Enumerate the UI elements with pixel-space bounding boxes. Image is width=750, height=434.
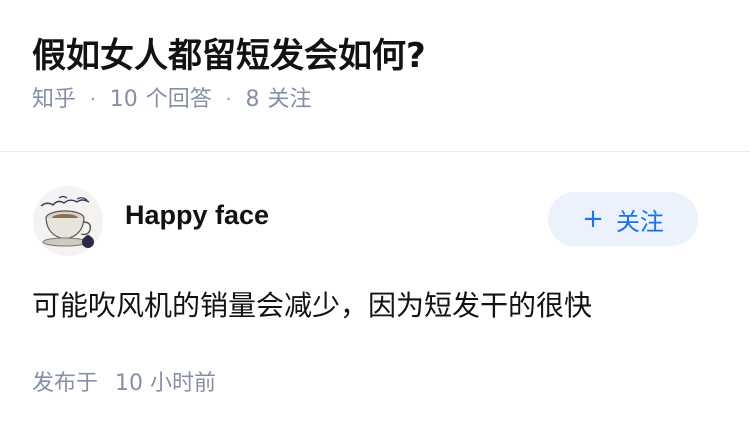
meta-separator: · <box>225 89 232 110</box>
meta-separator: · <box>90 89 96 110</box>
avatar[interactable] <box>33 186 103 256</box>
plus-icon: + <box>582 204 604 234</box>
question-header: 假如女人都留短发会如何? 知乎 · 10 个回答 · 8 关注 <box>0 0 750 118</box>
answers-count: 10 <box>109 87 138 112</box>
teacup-avatar-icon <box>33 186 103 256</box>
followers-label: 关注 <box>267 87 312 112</box>
answers-label: 个回答 <box>145 87 212 112</box>
source-label[interactable]: 知乎 <box>32 84 76 116</box>
answer-content[interactable]: 可能吹风机的销量会减少，因为短发干的很快 <box>32 286 592 326</box>
followers-count: 8 <box>245 87 260 112</box>
answer-card: Happy face + 关注 可能吹风机的销量会减少，因为短发干的很快 发布于… <box>0 152 750 396</box>
publish-time: 发布于 10 小时前 <box>32 368 216 400</box>
follow-button-label: 关注 <box>615 207 664 236</box>
author-row: Happy face + 关注 <box>0 152 750 272</box>
follow-button[interactable]: + 关注 <box>548 192 698 246</box>
question-title[interactable]: 假如女人都留短发会如何? <box>32 32 718 80</box>
question-meta: 知乎 · 10 个回答 · 8 关注 <box>32 84 718 116</box>
author-name[interactable]: Happy face <box>125 200 269 231</box>
publish-label: 发布于 <box>32 371 99 396</box>
publish-time-value: 10 小时前 <box>115 371 217 396</box>
